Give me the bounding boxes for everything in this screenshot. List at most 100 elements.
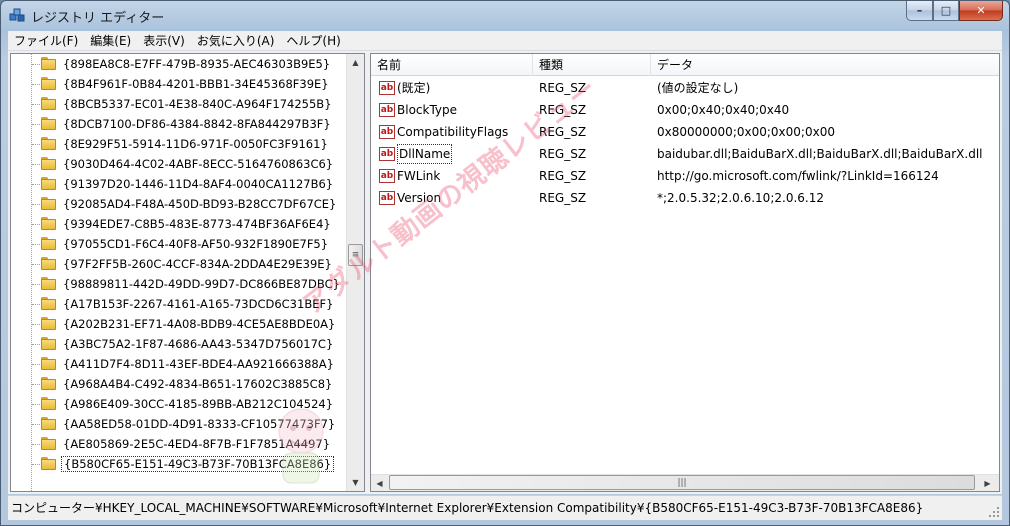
scroll-thumb[interactable]: ≡	[348, 244, 363, 266]
folder-icon	[41, 377, 57, 391]
folder-icon	[41, 77, 57, 91]
window-title: レジストリ エディター	[31, 11, 165, 26]
scroll-down-arrow-icon[interactable]: ▼	[347, 474, 364, 491]
value-type: REG_SZ	[539, 169, 587, 183]
column-header-name[interactable]: 名前	[371, 54, 533, 76]
folder-icon	[41, 257, 57, 271]
value-row[interactable]: ab CompatibilityFlags REG_SZ 0x80000000;…	[371, 121, 999, 143]
column-header-data[interactable]: データ	[651, 54, 999, 76]
tree-item[interactable]: {8DCB7100-DF86-4384-8842-8FA844297B3F}	[11, 114, 344, 134]
tree-item[interactable]: {A3BC75A2-1F87-4686-AA43-5347D756017C}	[11, 334, 344, 354]
folder-icon	[41, 177, 57, 191]
close-button[interactable]: ✕	[959, 1, 1003, 21]
column-header-type[interactable]: 種類	[533, 54, 651, 76]
tree-item[interactable]: {AE805869-2E5C-4ED4-8F7B-F1F7851A4497}	[11, 434, 344, 454]
tree-item-label: {A3BC75A2-1F87-4686-AA43-5347D756017C}	[63, 337, 334, 351]
folder-icon	[41, 357, 57, 371]
tree-item-label: {9394EDE7-C8B5-483E-8773-474BF36AF6E4}	[63, 217, 331, 231]
tree-item[interactable]: {A986E409-30CC-4185-89BB-AB212C104524}	[11, 394, 344, 414]
key-tree-pane: {898EA8C8-E7FF-479B-8935-AEC46303B9E5} {…	[10, 53, 365, 492]
value-type: REG_SZ	[539, 147, 587, 161]
scroll-left-arrow-icon[interactable]: ◀	[371, 475, 388, 491]
status-key-path: コンピューター¥HKEY_LOCAL_MACHINE¥SOFTWARE¥Micr…	[11, 501, 924, 515]
tree-item[interactable]: {8E929F51-5914-11D6-971F-0050FC3F9161}	[11, 134, 344, 154]
tree-item-label: {B580CF65-E151-49C3-B73F-70B13FCA8E86}	[61, 456, 335, 472]
value-data: http://go.microsoft.com/fwlink/?LinkId=1…	[657, 169, 939, 183]
tree-item-label: {97F2FF5B-260C-4CCF-834A-2DDA4E29E39E}	[63, 257, 332, 271]
folder-icon	[41, 137, 57, 151]
scroll-right-arrow-icon[interactable]: ▶	[979, 475, 996, 491]
value-type: REG_SZ	[539, 81, 587, 95]
value-name: CompatibilityFlags	[397, 125, 509, 139]
tree-item-label: {8DCB7100-DF86-4384-8842-8FA844297B3F}	[63, 117, 331, 131]
menu-help[interactable]: ヘルプ(H)	[280, 31, 346, 51]
value-data: 0x80000000;0x00;0x00;0x00	[657, 125, 835, 139]
menu-view[interactable]: 表示(V)	[137, 31, 191, 51]
scroll-up-arrow-icon[interactable]: ▲	[347, 54, 364, 71]
folder-icon	[41, 337, 57, 351]
maximize-button[interactable]: □	[933, 1, 959, 21]
tree-item-label: {8BCB5337-EC01-4E38-840C-A964F174255B}	[63, 97, 332, 111]
tree-item-label: {A411D7F4-8D11-43EF-BDE4-AA921666388A}	[63, 357, 334, 371]
folder-icon	[41, 277, 57, 291]
value-row[interactable]: ab BlockType REG_SZ 0x00;0x40;0x40;0x40	[371, 99, 999, 121]
tree-item[interactable]: {9030D464-4C02-4ABF-8ECC-5164760863C6}	[11, 154, 344, 174]
resize-grip-icon[interactable]	[988, 506, 1000, 518]
list-horizontal-scrollbar[interactable]: ◀ ||| ▶	[371, 474, 999, 491]
key-tree: {898EA8C8-E7FF-479B-8935-AEC46303B9E5} {…	[11, 54, 344, 491]
caption-buttons: – □ ✕	[906, 1, 1003, 21]
tree-item[interactable]: {92085AD4-F48A-450D-BD93-B28CC7DF67CE}	[11, 194, 344, 214]
value-row[interactable]: ab Version REG_SZ *;2.0.5.32;2.0.6.10;2.…	[371, 187, 999, 209]
tree-item[interactable]: {A202B231-EF71-4A08-BDB9-4CE5AE8BDE0A}	[11, 314, 344, 334]
tree-item-label: {898EA8C8-E7FF-479B-8935-AEC46303B9E5}	[63, 57, 331, 71]
folder-icon	[41, 197, 57, 211]
tree-item[interactable]: {98889811-442D-49DD-99D7-DC866BE87DBC}	[11, 274, 344, 294]
minimize-button[interactable]: –	[906, 1, 933, 21]
value-data: *;2.0.5.32;2.0.6.10;2.0.6.12	[657, 191, 824, 205]
tree-item[interactable]: {898EA8C8-E7FF-479B-8935-AEC46303B9E5}	[11, 54, 344, 74]
tree-item[interactable]: {8BCB5337-EC01-4E38-840C-A964F174255B}	[11, 94, 344, 114]
registry-editor-app-icon	[9, 8, 25, 22]
menu-edit[interactable]: 編集(E)	[84, 31, 137, 51]
minimize-icon: –	[916, 4, 923, 17]
value-name: Version	[397, 191, 442, 205]
folder-icon	[41, 117, 57, 131]
tree-item[interactable]: {9394EDE7-C8B5-483E-8773-474BF36AF6E4}	[11, 214, 344, 234]
menu-file[interactable]: ファイル(F)	[8, 31, 84, 51]
value-type: REG_SZ	[539, 191, 587, 205]
tree-item-label: {92085AD4-F48A-450D-BD93-B28CC7DF67CE}	[63, 197, 337, 211]
tree-item[interactable]: {A411D7F4-8D11-43EF-BDE4-AA921666388A}	[11, 354, 344, 374]
value-data: 0x00;0x40;0x40;0x40	[657, 103, 790, 117]
tree-item-selected[interactable]: {B580CF65-E151-49C3-B73F-70B13FCA8E86}	[11, 454, 344, 474]
tree-item[interactable]: {A17B153F-2267-4161-A165-73DCD6C31BEF}	[11, 294, 344, 314]
folder-icon	[41, 97, 57, 111]
tree-item[interactable]: {97055CD1-F6C4-40F8-AF50-932F1890E7F5}	[11, 234, 344, 254]
folder-icon	[41, 297, 57, 311]
tree-item[interactable]: {91397D20-1446-11D4-8AF4-0040CA1127B6}	[11, 174, 344, 194]
folder-icon	[41, 397, 57, 411]
folder-icon	[41, 457, 57, 471]
value-row[interactable]: ab FWLink REG_SZ http://go.microsoft.com…	[371, 165, 999, 187]
value-row-focused[interactable]: ab DllName REG_SZ baidubar.dll;BaiduBarX…	[371, 143, 999, 165]
tree-item[interactable]: {A968A4B4-C492-4834-B651-17602C3885C8}	[11, 374, 344, 394]
tree-item-label: {97055CD1-F6C4-40F8-AF50-932F1890E7F5}	[63, 237, 329, 251]
scroll-thumb[interactable]: |||	[389, 475, 975, 490]
maximize-icon: □	[940, 4, 952, 17]
folder-icon	[41, 157, 57, 171]
value-name: BlockType	[397, 103, 458, 117]
status-bar: コンピューター¥HKEY_LOCAL_MACHINE¥SOFTWARE¥Micr…	[8, 495, 1002, 520]
tree-item[interactable]: {8B4F961F-0B84-4201-BBB1-34E45368F39E}	[11, 74, 344, 94]
tree-item-label: {98889811-442D-49DD-99D7-DC866BE87DBC}	[63, 277, 340, 291]
menu-favorites[interactable]: お気に入り(A)	[191, 31, 281, 51]
tree-item[interactable]: {97F2FF5B-260C-4CCF-834A-2DDA4E29E39E}	[11, 254, 344, 274]
title-bar[interactable]: レジストリ エディター – □ ✕	[1, 1, 1009, 29]
client-area: {898EA8C8-E7FF-479B-8935-AEC46303B9E5} {…	[8, 51, 1002, 494]
tree-item-label: {8B4F961F-0B84-4201-BBB1-34E45368F39E}	[63, 77, 329, 91]
value-name: (既定)	[397, 81, 431, 95]
close-icon: ✕	[976, 4, 986, 17]
tree-item[interactable]: {AA58ED58-01DD-4D91-8333-CF10577473F7}	[11, 414, 344, 434]
tree-vertical-scrollbar[interactable]: ▲ ≡ ▼	[346, 54, 364, 491]
tree-item-label: {AA58ED58-01DD-4D91-8333-CF10577473F7}	[63, 417, 336, 431]
value-row[interactable]: ab (既定) REG_SZ (値の設定なし)	[371, 77, 999, 99]
tree-item-label: {A17B153F-2267-4161-A165-73DCD6C31BEF}	[63, 297, 334, 311]
